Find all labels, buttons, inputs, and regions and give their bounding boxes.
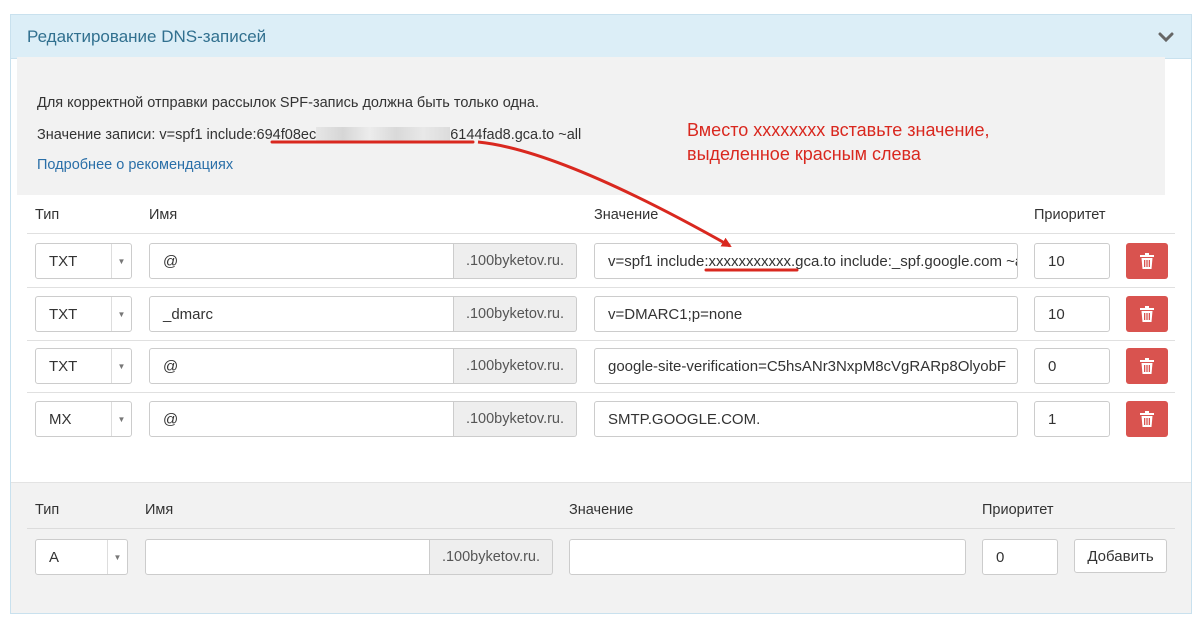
new-header-divider [27,528,1175,529]
domain-suffix: .100byketov.ru. [454,243,577,279]
spf-record-prefix: Значение записи: v=spf1 include: [37,127,257,143]
record-name-input[interactable]: @ [149,401,454,437]
new-domain-suffix: .100byketov.ru. [430,539,553,575]
row-divider [27,392,1175,393]
header-divider [27,233,1175,234]
record-type-value: TXT [49,252,78,270]
dropdown-arrow-icon: ▼ [111,349,131,383]
new-record-name-input[interactable] [145,539,430,575]
dropdown-arrow-icon: ▼ [107,540,127,574]
delete-record-button[interactable] [1126,243,1168,279]
spf-info-text: Для корректной отправки рассылок SPF-зап… [37,95,540,111]
record-value-input[interactable]: v=spf1 include:xxxxxxxxxxx.gca.to includ… [594,243,1018,279]
record-type-select[interactable]: TXT ▼ [35,296,132,332]
domain-suffix: .100byketov.ru. [454,348,577,384]
spf-record-value: Значение записи: v=spf1 include:694f08ec… [37,127,581,143]
domain-suffix: .100byketov.ru. [454,296,577,332]
trash-icon [1140,411,1154,427]
delete-record-button[interactable] [1126,296,1168,332]
record-name-input[interactable]: @ [149,348,454,384]
dropdown-arrow-icon: ▼ [111,402,131,436]
blurred-region [316,127,451,141]
recommendations-link[interactable]: Подробнее о рекомендациях [37,157,233,173]
domain-suffix: .100byketov.ru. [454,401,577,437]
record-type-value: TXT [49,305,78,323]
record-name-input[interactable]: @ [149,243,454,279]
annotation-line-2: выделенное красным слева [687,144,921,164]
add-record-button[interactable]: Добавить [1074,539,1167,573]
record-type-value: MX [49,410,72,428]
record-type-value: TXT [49,357,78,375]
delete-record-button[interactable] [1126,401,1168,437]
spf-record-id-part1: 694f08ec [256,127,317,143]
panel-title: Редактирование DNS-записей [27,26,267,46]
new-record-priority-input[interactable]: 0 [982,539,1058,575]
column-type-header: Тип [35,207,60,223]
instruction-annotation: Вместо xxxxxxxx вставьте значение, выдел… [687,118,989,166]
record-value-input[interactable]: google-site-verification=C5hsANr3NxpM8cV… [594,348,1018,384]
new-record-type-value: A [49,548,60,566]
new-record-value-input[interactable] [569,539,966,575]
dropdown-arrow-icon: ▼ [111,297,131,331]
trash-icon [1140,253,1154,269]
panel-header[interactable]: Редактирование DNS-записей [11,15,1191,59]
record-value-input[interactable]: v=DMARC1;p=none [594,296,1018,332]
record-priority-input[interactable]: 1 [1034,401,1110,437]
column-value-header: Значение [594,207,659,223]
spf-info-box: Для корректной отправки рассылок SPF-зап… [17,57,1165,195]
chevron-down-icon[interactable] [1157,28,1175,46]
column-priority-header: Приоритет [1034,207,1106,223]
row-divider [27,340,1175,341]
record-value-input[interactable]: SMTP.GOOGLE.COM. [594,401,1018,437]
record-type-select[interactable]: TXT ▼ [35,243,132,279]
new-priority-header: Приоритет [982,502,1054,518]
record-type-select[interactable]: MX ▼ [35,401,132,437]
delete-record-button[interactable] [1126,348,1168,384]
dropdown-arrow-icon: ▼ [111,244,131,278]
record-name-input[interactable]: _dmarc [149,296,454,332]
new-record-type-select[interactable]: A ▼ [35,539,128,575]
record-priority-input[interactable]: 0 [1034,348,1110,384]
row-divider [27,287,1175,288]
record-priority-input[interactable]: 10 [1034,296,1110,332]
spf-record-id-part2: 6144fad8.gca.to ~all [450,127,582,143]
trash-icon [1140,306,1154,322]
new-name-header: Имя [145,502,174,518]
annotation-line-1: Вместо xxxxxxxx вставьте значение, [687,120,990,140]
new-value-header: Значение [569,502,634,518]
record-priority-input[interactable]: 10 [1034,243,1110,279]
record-type-select[interactable]: TXT ▼ [35,348,132,384]
column-name-header: Имя [149,207,178,223]
trash-icon [1140,358,1154,374]
new-type-header: Тип [35,502,60,518]
